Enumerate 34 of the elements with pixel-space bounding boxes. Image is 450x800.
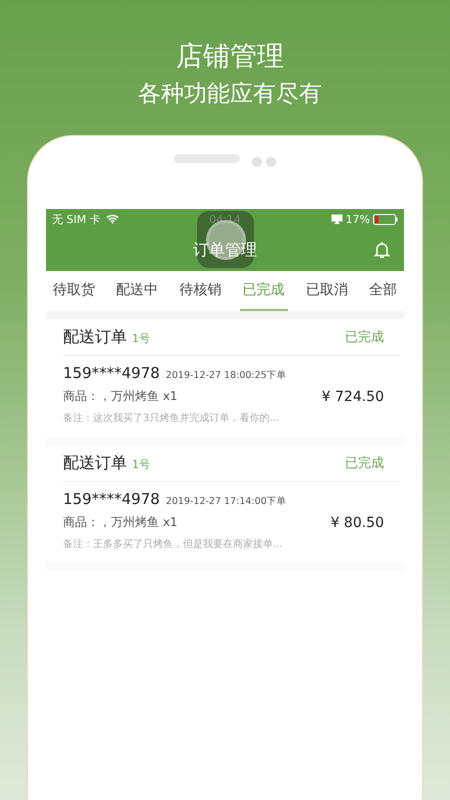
- order-status: 已完成: [345, 329, 384, 346]
- order-number: 1号: [132, 330, 150, 346]
- goods-text: 商品：，万州烤鱼 x1: [63, 388, 178, 405]
- airplay-icon: [330, 214, 343, 224]
- bell-icon[interactable]: [374, 241, 390, 259]
- status-time: 04:14: [209, 212, 241, 226]
- order-note: 备注：王多多买了只烤鱼，但是我要在商家接单...: [63, 538, 284, 551]
- order-price: ¥ 724.50: [322, 388, 384, 404]
- order-time: 2019-12-27 18:00:25下单: [166, 369, 287, 382]
- camera-icon: [252, 157, 276, 167]
- order-tab[interactable]: 待取货: [50, 271, 98, 311]
- customer-phone: 159****4978: [63, 364, 160, 382]
- customer-phone: 159****4978: [63, 490, 160, 508]
- carrier-label: 无 SIM 卡: [52, 212, 101, 226]
- wifi-icon: [106, 214, 119, 224]
- order-tab[interactable]: 待核销: [176, 271, 224, 311]
- order-note: 备注：这次我买了3只烤鱼并完成订单，看你的...: [63, 412, 280, 425]
- promo-subtitle: 各种功能应有尽有: [138, 80, 322, 109]
- nav-title: 订单管理: [193, 240, 257, 260]
- order-type: 配送订单: [63, 326, 127, 348]
- battery-percent: 17%: [346, 212, 370, 226]
- order-number: 1号: [132, 456, 150, 472]
- goods-text: 商品：，万州烤鱼 x1: [63, 514, 178, 531]
- order-tab[interactable]: 配送中: [113, 271, 162, 311]
- order-status: 已完成: [345, 455, 384, 472]
- order-card[interactable]: 配送订单 1号 已完成 159****4978 2019-12-27 18:00:25下单 商品：，万州烤鱼 x1 ¥ 724.50 备注：这次我买了3只烤鱼并完成订单，看你的...: [46, 319, 404, 445]
- order-price: ¥ 80.50: [330, 514, 384, 530]
- order-card[interactable]: 配送订单 1号 已完成 159****4978 2019-12-27 17:14:00下单 商品：，万州烤鱼 x1 ¥ 80.50 备注：王多多买了只烤鱼，但是我要在商家接单...: [46, 445, 404, 571]
- battery-icon: [373, 214, 398, 224]
- order-type: 配送订单: [63, 452, 127, 474]
- order-tab[interactable]: 已取消: [302, 271, 351, 311]
- order-time: 2019-12-27 17:14:00下单: [166, 495, 287, 508]
- order-tab[interactable]: 全部: [366, 271, 400, 311]
- promo-title: 店铺管理: [176, 40, 284, 74]
